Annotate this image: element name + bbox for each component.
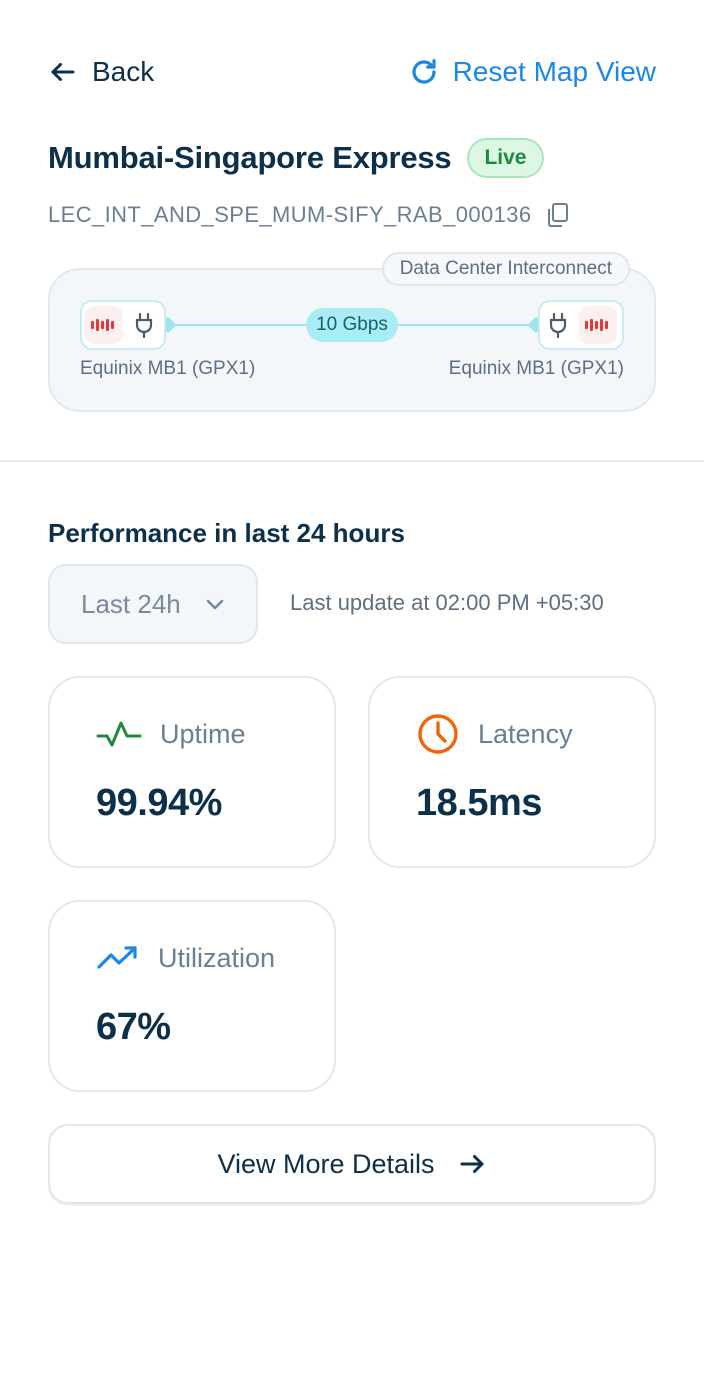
pulse-icon	[96, 718, 142, 750]
copy-icon[interactable]	[546, 202, 570, 228]
time-range-dropdown[interactable]: Last 24h	[48, 564, 258, 644]
back-button[interactable]: Back	[48, 56, 154, 88]
circuit-id: LEC_INT_AND_SPE_MUM-SIFY_RAB_000136	[48, 202, 532, 227]
circuit-detail-panel: Back Reset Map View Mumbai-Singapore Exp…	[0, 0, 704, 1376]
latency-value: 18.5ms	[416, 782, 542, 824]
endpoint-b[interactable]	[538, 300, 624, 350]
bandwidth-pill: 10 Gbps	[306, 308, 398, 342]
plug-icon	[540, 303, 576, 347]
utilization-label: Utilization	[158, 942, 276, 973]
circuit-name: Mumbai-Singapore Express	[48, 140, 452, 175]
uptime-value: 99.94%	[96, 782, 222, 824]
view-more-details-label: View More Details	[217, 1148, 435, 1179]
connection-card: 10 Gbps Equinix MB1 (GPX1) Equinix MB1 (…	[48, 268, 656, 412]
uptime-card[interactable]: Uptime 99.94%	[48, 676, 336, 868]
title-row: Mumbai-Singapore Express Live	[48, 136, 544, 180]
arrow-left-icon	[48, 57, 92, 87]
performance-title: Performance in last 24 hours	[48, 518, 405, 548]
status-badge: Live	[467, 138, 544, 178]
section-divider	[0, 460, 704, 462]
reset-map-view-button[interactable]: Reset Map View	[409, 56, 656, 88]
endpoint-a-label: Equinix MB1 (GPX1)	[80, 358, 256, 379]
refresh-icon	[409, 57, 453, 87]
time-range-value: Last 24h	[81, 588, 181, 619]
view-more-details-button[interactable]: View More Details	[48, 1124, 656, 1204]
uptime-label: Uptime	[160, 718, 246, 749]
utilization-value: 67%	[96, 1006, 171, 1048]
trending-up-icon	[96, 943, 140, 973]
equinix-logo-icon	[85, 306, 123, 344]
back-label: Back	[92, 56, 155, 87]
arrow-right-icon	[435, 1149, 487, 1179]
utilization-card[interactable]: Utilization 67%	[48, 900, 336, 1092]
clock-icon	[416, 712, 460, 756]
last-update-text: Last update at 02:00 PM +05:30	[290, 590, 604, 615]
latency-card[interactable]: Latency 18.5ms	[368, 676, 656, 868]
connection-type-tag: Data Center Interconnect	[381, 252, 630, 286]
equinix-logo-icon	[579, 306, 617, 344]
top-bar: Back Reset Map View	[48, 50, 656, 94]
latency-label: Latency	[478, 718, 573, 749]
endpoint-b-label: Equinix MB1 (GPX1)	[448, 358, 624, 379]
endpoint-a[interactable]	[80, 300, 166, 350]
chevron-down-icon	[181, 592, 227, 616]
plug-icon	[126, 303, 162, 347]
circuit-id-row: LEC_INT_AND_SPE_MUM-SIFY_RAB_000136	[48, 198, 570, 232]
reset-label: Reset Map View	[452, 56, 656, 87]
